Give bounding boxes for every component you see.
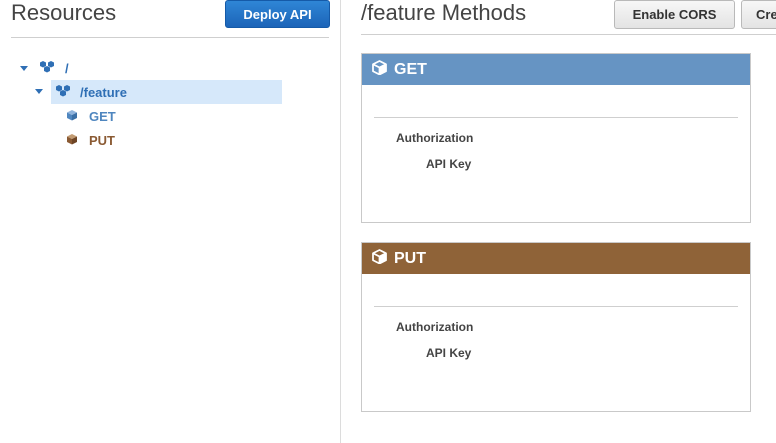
cube-icon xyxy=(66,133,78,148)
methods-title: /feature Methods xyxy=(361,0,527,25)
cube-icon xyxy=(372,248,387,269)
method-card-put[interactable]: PUT Authorization API Key xyxy=(361,242,751,412)
tree-item-feature[interactable]: /feature xyxy=(35,80,282,104)
create-button[interactable]: Create xyxy=(741,0,776,29)
cube-icon xyxy=(66,109,78,124)
tree-item-root[interactable]: / xyxy=(20,56,69,80)
resource-icon xyxy=(55,84,71,101)
method-card-get[interactable]: GET Authorization API Key xyxy=(361,53,751,223)
authorization-label: Authorization xyxy=(396,131,474,145)
enable-cors-button[interactable]: Enable CORS xyxy=(614,0,735,29)
divider xyxy=(11,37,329,38)
divider xyxy=(374,117,738,118)
resource-icon xyxy=(39,60,55,77)
authorization-value: API Key xyxy=(426,346,472,360)
resources-pane: Resources Deploy API / /feature GET PUT xyxy=(0,0,341,443)
tree-item-label: GET xyxy=(89,108,116,124)
cube-icon xyxy=(372,59,387,80)
deploy-api-button[interactable]: Deploy API xyxy=(225,0,330,28)
method-header-get[interactable]: GET xyxy=(362,54,750,85)
divider xyxy=(374,306,738,307)
tree-item-put-method[interactable]: PUT xyxy=(66,128,115,152)
divider xyxy=(361,34,776,35)
authorization-label: Authorization xyxy=(396,320,474,334)
resources-title: Resources xyxy=(11,0,117,25)
expand-caret-icon[interactable] xyxy=(35,89,43,94)
tree-item-label: / xyxy=(65,60,69,76)
expand-caret-icon[interactable] xyxy=(20,65,28,71)
method-header-put[interactable]: PUT xyxy=(362,243,750,274)
method-name: PUT xyxy=(394,249,426,267)
authorization-value: API Key xyxy=(426,157,472,171)
tree-item-label: /feature xyxy=(80,84,127,100)
tree-item-label: PUT xyxy=(89,132,115,148)
method-name: GET xyxy=(394,60,427,78)
tree-item-get-method[interactable]: GET xyxy=(66,104,116,128)
